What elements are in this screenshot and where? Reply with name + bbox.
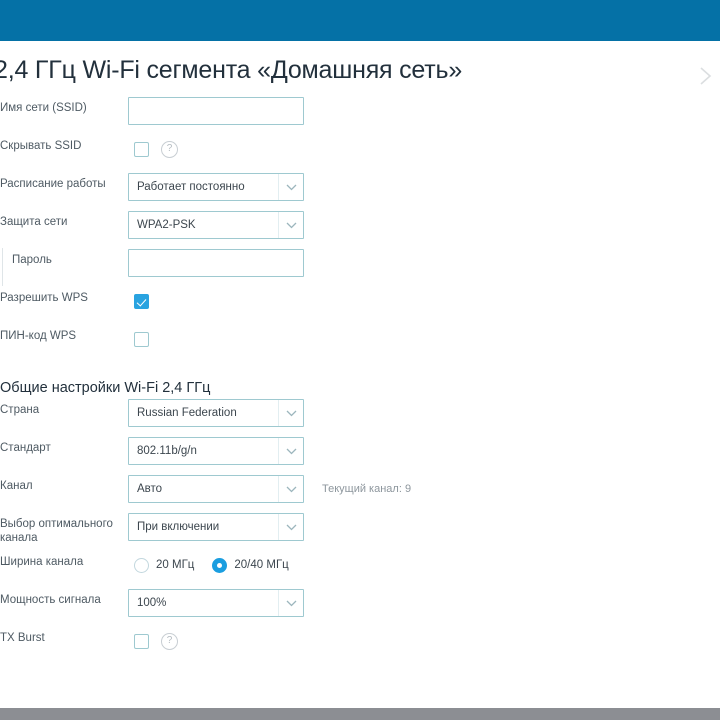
chevron-down-icon bbox=[278, 438, 303, 464]
help-icon-hide-ssid[interactable]: ? bbox=[161, 140, 178, 158]
label-standard: Стандарт bbox=[0, 442, 51, 454]
radio-2040mhz[interactable] bbox=[212, 557, 228, 573]
help-icon-tx-burst[interactable]: ? bbox=[161, 632, 178, 650]
control-channel-width: 20 МГц 20/40 МГц bbox=[128, 550, 307, 580]
control-allow-wps bbox=[128, 286, 149, 316]
control-schedule: Работает постоянно bbox=[128, 172, 304, 202]
bottom-status-strip bbox=[0, 708, 720, 720]
chevron-down-icon bbox=[278, 174, 303, 200]
label-hide-ssid: Скрывать SSID bbox=[0, 140, 82, 152]
schedule-select[interactable]: Работает постоянно bbox=[128, 173, 304, 201]
tx-burst-checkbox[interactable] bbox=[134, 633, 149, 649]
control-ssid bbox=[128, 96, 304, 126]
label-schedule: Расписание работы bbox=[0, 178, 106, 190]
control-signal-power: 100% bbox=[128, 588, 304, 618]
hide-ssid-checkbox[interactable] bbox=[134, 141, 149, 157]
chevron-down-icon bbox=[278, 212, 303, 238]
security-select[interactable]: WPA2-PSK bbox=[128, 211, 304, 239]
row-country: Страна Russian Federation bbox=[0, 398, 720, 436]
label-country: Страна bbox=[0, 404, 40, 416]
current-channel-note: Текущий канал: 9 bbox=[322, 483, 412, 495]
control-channel: Авто Текущий канал: 9 bbox=[128, 474, 411, 504]
chevron-down-icon bbox=[278, 400, 303, 426]
signal-power-select[interactable]: 100% bbox=[128, 589, 304, 617]
radio-20mhz[interactable] bbox=[134, 557, 149, 573]
radio-option-2040mhz[interactable]: 20/40 МГц bbox=[212, 557, 289, 573]
chevron-down-icon bbox=[278, 476, 303, 502]
wifi-settings-form: Имя сети (SSID) Скрывать SSID ? Расписан… bbox=[0, 96, 720, 664]
channel-select[interactable]: Авто bbox=[128, 475, 304, 503]
control-security: WPA2-PSK bbox=[128, 210, 304, 240]
channel-width-radio-group: 20 МГц 20/40 МГц bbox=[134, 557, 307, 573]
label-password: Пароль bbox=[12, 254, 52, 266]
control-optimal-channel: При включении bbox=[128, 512, 304, 542]
optimal-channel-select[interactable]: При включении bbox=[128, 513, 304, 541]
label-optimal-channel: Выбор оптимального канала bbox=[0, 518, 113, 544]
label-channel: Канал bbox=[0, 480, 33, 492]
control-password bbox=[128, 248, 304, 278]
section-heading-general: Общие настройки Wi-Fi 2,4 ГГц bbox=[0, 380, 211, 396]
radio-option-20mhz[interactable]: 20 МГц bbox=[134, 557, 195, 573]
indent-rail bbox=[2, 248, 3, 286]
page-title: 2,4 ГГц Wi-Fi сегмента «Домашняя сеть» bbox=[0, 56, 463, 84]
country-select[interactable]: Russian Federation bbox=[128, 399, 304, 427]
row-security: Защита сети WPA2-PSK bbox=[0, 210, 720, 248]
row-hide-ssid: Скрывать SSID ? bbox=[0, 134, 720, 172]
control-standard: 802.11b/g/n bbox=[128, 436, 304, 466]
row-schedule: Расписание работы Работает постоянно bbox=[0, 172, 720, 210]
chevron-down-icon bbox=[278, 590, 303, 616]
row-allow-wps: Разрешить WPS bbox=[0, 286, 720, 324]
label-signal-power: Мощность сигнала bbox=[0, 594, 101, 606]
radio-label-20mhz: 20 МГц bbox=[156, 559, 195, 571]
settings-page: 2,4 ГГц Wi-Fi сегмента «Домашняя сеть» И… bbox=[0, 41, 720, 708]
label-wps-pin: ПИН-код WPS bbox=[0, 330, 77, 342]
row-channel-width: Ширина канала 20 МГц 20/40 МГц bbox=[0, 550, 720, 588]
control-wps-pin bbox=[128, 324, 149, 354]
allow-wps-checkbox[interactable] bbox=[134, 293, 149, 309]
control-hide-ssid: ? bbox=[128, 134, 178, 164]
control-country: Russian Federation bbox=[128, 398, 304, 428]
wps-pin-checkbox[interactable] bbox=[134, 331, 149, 347]
password-input[interactable] bbox=[128, 249, 304, 277]
chevron-down-icon bbox=[278, 514, 303, 540]
control-tx-burst: ? bbox=[128, 626, 178, 656]
label-security: Защита сети bbox=[0, 216, 68, 228]
row-wps-pin: ПИН-код WPS bbox=[0, 324, 720, 362]
radio-label-2040mhz: 20/40 МГц bbox=[234, 559, 289, 571]
app-header-bar bbox=[0, 0, 720, 41]
row-signal-power: Мощность сигнала 100% bbox=[0, 588, 720, 626]
row-password: Пароль bbox=[0, 248, 720, 286]
ssid-input[interactable] bbox=[128, 97, 304, 125]
label-channel-width: Ширина канала bbox=[0, 556, 84, 568]
chevron-right-icon[interactable] bbox=[692, 63, 718, 89]
label-tx-burst: TX Burst bbox=[0, 632, 45, 644]
row-tx-burst: TX Burst ? bbox=[0, 626, 720, 664]
row-standard: Стандарт 802.11b/g/n bbox=[0, 436, 720, 474]
label-ssid: Имя сети (SSID) bbox=[0, 102, 87, 114]
row-channel: Канал Авто Текущий канал: 9 bbox=[0, 474, 720, 512]
label-allow-wps: Разрешить WPS bbox=[0, 292, 88, 304]
row-ssid: Имя сети (SSID) bbox=[0, 96, 720, 134]
standard-select[interactable]: 802.11b/g/n bbox=[128, 437, 304, 465]
row-optimal-channel: Выбор оптимального канала При включении bbox=[0, 512, 720, 550]
